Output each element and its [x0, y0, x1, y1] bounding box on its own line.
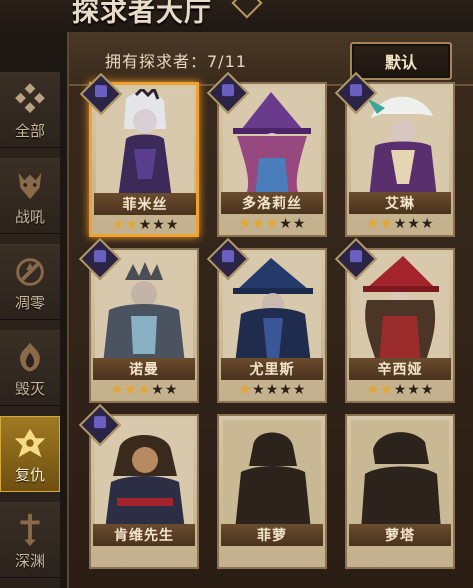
- diamond-ornament-icon: [231, 0, 263, 19]
- star-rating: ★ ★ ★ ★ ★: [221, 381, 323, 399]
- star-icon: ★: [407, 382, 420, 398]
- sidebar-item-warcry[interactable]: 战吼: [0, 158, 60, 234]
- star-icon: ★: [279, 382, 292, 398]
- hero-card-rota-locked[interactable]: 萝塔: [345, 414, 455, 569]
- hero-name: 菲萝: [221, 524, 323, 546]
- hero-silhouette: [223, 420, 321, 530]
- hero-card-norman[interactable]: 诺曼 ★ ★ ★ ★ ★: [78, 237, 199, 403]
- warcry-icon: [18, 172, 42, 200]
- star-icon: ★: [292, 216, 306, 232]
- sidebar-item-destruction[interactable]: 毁灭: [0, 330, 60, 406]
- page-title: 探求者大厅: [72, 0, 212, 28]
- star-icon: ★: [124, 382, 137, 398]
- star-icon: ★: [238, 216, 252, 232]
- hero-name: 肯维先生: [93, 524, 195, 546]
- sidebar-item-abyss[interactable]: 深渊: [0, 502, 60, 578]
- hero-card-mr-kenway[interactable]: 肯维先生: [78, 403, 199, 569]
- destruction-icon: [20, 342, 40, 372]
- hero-name: 多洛莉丝: [221, 192, 323, 214]
- star-icon: ★: [292, 382, 306, 398]
- star-icon: ★: [164, 382, 178, 398]
- star-icon: ★: [252, 382, 265, 398]
- star-icon: ★: [380, 216, 393, 232]
- star-icon: ★: [125, 217, 138, 233]
- panel-toolbar: 拥有探求者：7/11 默认: [69, 32, 473, 86]
- star-icon: ★: [393, 382, 407, 398]
- star-icon: ★: [111, 217, 125, 233]
- star-icon: ★: [152, 217, 165, 233]
- filter-sidebar: 全部 战吼 凋零 毁灭 复仇 深渊: [0, 72, 60, 588]
- top-header: 探求者大厅: [0, 0, 473, 32]
- star-icon: ★: [366, 216, 380, 232]
- sidebar-item-label: 战吼: [14, 208, 45, 226]
- all-icon: [15, 83, 45, 113]
- star-icon: ★: [265, 216, 279, 232]
- star-icon: ★: [265, 382, 279, 398]
- seeker-panel: 拥有探求者：7/11 默认 菲米丝 ★ ★ ★ ★ ★ 多洛莉丝 ★ ★ ★ ★…: [67, 32, 473, 588]
- hero-card-cynthia[interactable]: 辛西娅 ★ ★ ★ ★ ★: [334, 237, 455, 403]
- hero-card-femis[interactable]: 菲米丝 ★ ★ ★ ★ ★: [79, 72, 199, 237]
- sidebar-item-label: 深渊: [14, 552, 45, 570]
- star-icon: ★: [393, 216, 407, 232]
- star-rating: ★ ★ ★ ★ ★: [93, 381, 195, 399]
- star-icon: ★: [407, 216, 420, 232]
- star-icon: ★: [252, 216, 265, 232]
- star-icon: ★: [165, 217, 179, 233]
- hero-name: 艾琳: [349, 192, 451, 214]
- sidebar-item-label: 全部: [14, 122, 45, 140]
- star-icon: ★: [279, 216, 292, 232]
- owned-count-label: 拥有探求者：7/11: [105, 52, 247, 71]
- hero-name: 尤里斯: [221, 358, 323, 380]
- default-sort-button[interactable]: 默认: [350, 42, 452, 80]
- star-icon: ★: [366, 382, 380, 398]
- hero-name: 萝塔: [349, 524, 451, 546]
- sidebar-item-label: 毁灭: [14, 380, 45, 398]
- hero-card-uris[interactable]: 尤里斯 ★ ★ ★ ★ ★: [206, 237, 327, 403]
- abyss-icon: [20, 513, 40, 547]
- sidebar-item-label: 复仇: [14, 466, 45, 484]
- star-icon: ★: [380, 382, 393, 398]
- sidebar-item-label: 凋零: [14, 294, 45, 312]
- hero-name: 菲米丝: [94, 193, 196, 215]
- star-icon: ★: [151, 382, 164, 398]
- hero-card-dolores[interactable]: 多洛莉丝 ★ ★ ★ ★ ★: [206, 71, 327, 237]
- sidebar-item-vengeance[interactable]: 复仇: [0, 416, 60, 492]
- star-icon: ★: [238, 382, 252, 398]
- star-rating: ★ ★ ★ ★ ★: [221, 215, 323, 233]
- sidebar-item-wither[interactable]: 凋零: [0, 244, 60, 320]
- star-icon: ★: [137, 382, 151, 398]
- star-icon: ★: [420, 382, 434, 398]
- hero-name: 辛西娅: [349, 358, 451, 380]
- vengeance-icon: [14, 428, 46, 458]
- hero-name: 诺曼: [93, 358, 195, 380]
- star-icon: ★: [138, 217, 152, 233]
- star-rating: ★ ★ ★ ★ ★: [94, 216, 196, 234]
- star-rating: ★ ★ ★ ★ ★: [349, 381, 451, 399]
- star-icon: ★: [110, 382, 124, 398]
- sidebar-item-all[interactable]: 全部: [0, 72, 60, 148]
- wither-icon: [16, 258, 44, 286]
- star-icon: ★: [420, 216, 434, 232]
- hero-card-fiona-locked[interactable]: 菲萝: [217, 414, 327, 569]
- hero-silhouette: [351, 420, 449, 530]
- star-rating: ★ ★ ★ ★ ★: [349, 215, 451, 233]
- hero-card-irene[interactable]: 艾琳 ★ ★ ★ ★ ★: [334, 71, 455, 237]
